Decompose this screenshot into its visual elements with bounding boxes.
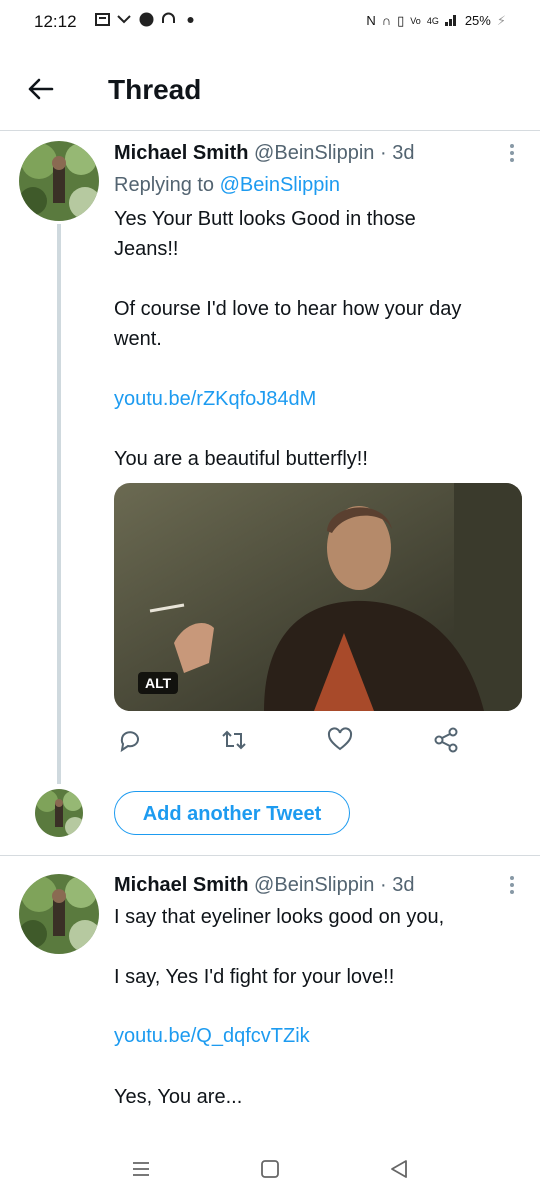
headphones-icon (161, 12, 176, 27)
avatar[interactable] (19, 141, 99, 221)
back-arrow-icon[interactable] (24, 72, 58, 106)
tweet-media-image[interactable]: ALT (114, 483, 522, 711)
home-icon[interactable] (255, 1154, 285, 1184)
replying-handle-link[interactable]: @BeinSlippin (220, 174, 340, 196)
tweet-text-line: went. (114, 328, 162, 350)
author-name[interactable]: Michael Smith (114, 142, 248, 164)
tweet-text: Of course I'd love to hear how your day … (114, 294, 461, 354)
status-bar: 12:12 N ∩ ▯ Vo 4G 25% ⚡ (0, 0, 540, 46)
charging-icon: ⚡ (496, 12, 506, 28)
like-icon[interactable] (326, 726, 354, 754)
author-name[interactable]: Michael Smith (114, 874, 248, 896)
add-another-tweet-button[interactable]: Add another Tweet (114, 791, 350, 835)
notification-icons (95, 12, 198, 27)
tweet-header: Michael Smith @BeinSlippin · 3d (114, 142, 414, 165)
tweet-header: Michael Smith @BeinSlippin · 3d (114, 874, 414, 897)
messenger-icon (139, 12, 154, 27)
nfc-icon: N (366, 13, 376, 28)
thread-connector (57, 224, 61, 784)
page-title: Thread (108, 74, 202, 105)
system-icons: N ∩ ▯ Vo 4G 25% ⚡ (366, 12, 506, 29)
tweet-actions (114, 726, 514, 756)
tweet-text: I say, Yes I'd fight for your love!! (114, 966, 395, 988)
volte-icon: Vo (410, 15, 421, 26)
tweet-text-line: Yes Your Butt looks Good in those (114, 208, 416, 230)
tweet-text: I say that eyeliner looks good on you, (114, 906, 445, 928)
recents-menu-icon[interactable] (126, 1154, 156, 1184)
tweet-text: Yes Your Butt looks Good in those Jeans!… (114, 204, 416, 264)
signal-icon (444, 12, 459, 29)
tweet-age: · 3d (379, 874, 415, 896)
tweet-text-line: Jeans!! (114, 238, 179, 260)
header-divider (0, 130, 540, 131)
network-type: 4G (426, 15, 439, 26)
system-nav-bar (0, 1140, 540, 1200)
avatar[interactable] (19, 874, 99, 954)
tweet-text: Yes, You are... (114, 1086, 243, 1108)
reply-icon[interactable] (116, 726, 144, 754)
headset-icon: ∩ (381, 13, 392, 28)
author-handle[interactable]: @BeinSlippin (254, 142, 374, 164)
more-options-icon[interactable] (508, 874, 516, 896)
replying-to: Replying to @BeinSlippin (114, 174, 340, 197)
share-icon[interactable] (432, 726, 460, 754)
more-options-icon[interactable] (508, 142, 516, 164)
app-bar: Thread (0, 46, 540, 130)
compose-divider (0, 855, 540, 856)
status-time: 12:12 (34, 12, 77, 31)
dot-icon (183, 12, 198, 27)
youtube-link[interactable]: youtu.be/Q_dqfcvTZik (114, 1021, 310, 1051)
news-icon (95, 12, 110, 27)
youtube-link[interactable]: youtu.be/rZKqfoJ84dM (114, 384, 316, 414)
tweet-text-line: Of course I'd love to hear how your day (114, 298, 462, 320)
battery-level: 25% (464, 13, 491, 28)
tweet-age: · 3d (379, 142, 415, 164)
tweet-text: You are a beautiful butterfly!! (114, 448, 368, 470)
back-triangle-icon[interactable] (384, 1154, 414, 1184)
author-handle[interactable]: @BeinSlippin (254, 874, 374, 896)
replying-label: Replying to (114, 174, 215, 196)
missed-call-icon (117, 12, 132, 27)
retweet-icon[interactable] (220, 726, 248, 754)
my-avatar[interactable] (35, 789, 83, 837)
vibrate-icon: ▯ (397, 12, 405, 28)
alt-badge[interactable]: ALT (138, 672, 179, 694)
